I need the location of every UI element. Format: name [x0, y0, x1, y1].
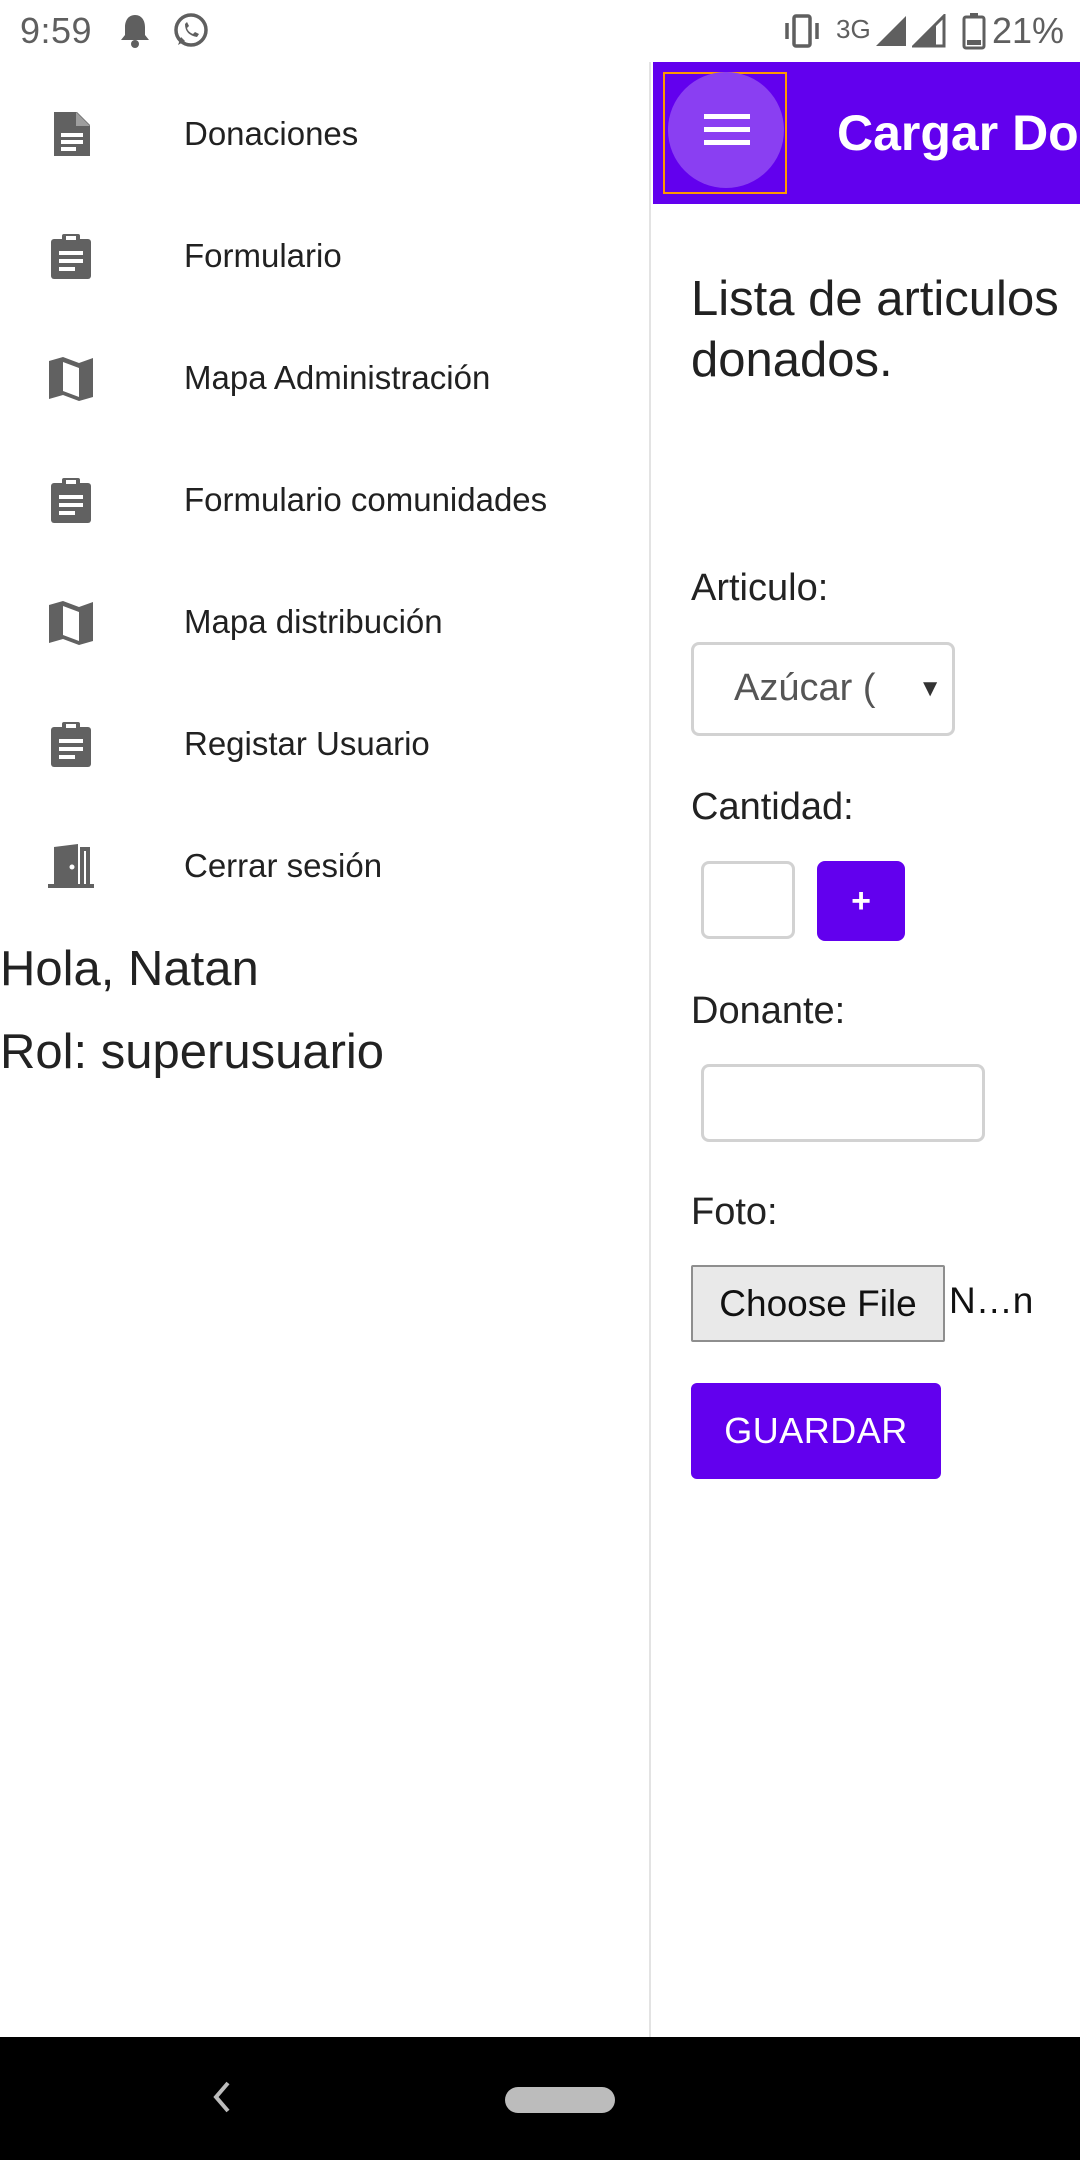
- vibrate-icon: [782, 14, 822, 53]
- choose-file-button[interactable]: Choose File: [691, 1265, 945, 1342]
- menu-item-formulario-comunidades[interactable]: Formulario comunidades: [0, 439, 651, 561]
- menu-item-label: Mapa distribución: [184, 603, 443, 640]
- map-icon: [46, 353, 96, 403]
- menu-item-label: Registar Usuario: [184, 725, 430, 762]
- signal-icon: [874, 14, 908, 53]
- back-icon[interactable]: [210, 2077, 234, 2122]
- status-time: 9:59: [20, 10, 93, 51]
- system-navigation-bar: [0, 2037, 1080, 2160]
- form-heading: Lista de articulos donados.: [691, 272, 1059, 387]
- hamburger-menu-icon: [704, 114, 750, 145]
- menu-item-formulario[interactable]: Formulario: [0, 195, 651, 317]
- menu-toggle-button[interactable]: [668, 72, 784, 188]
- menu-item-registar-usuario[interactable]: Registar Usuario: [0, 683, 651, 805]
- dropdown-caret-icon: ▼: [918, 675, 942, 702]
- articulo-label: Articulo:: [691, 567, 829, 609]
- cantidad-input[interactable]: [701, 861, 795, 939]
- document-icon: [46, 109, 96, 159]
- articulo-select[interactable]: Azúcar ( ▼: [691, 642, 955, 736]
- cantidad-label: Cantidad:: [691, 786, 854, 828]
- menu-item-label: Formulario: [184, 237, 342, 274]
- menu-item-cerrar-sesion[interactable]: Cerrar sesión: [0, 805, 651, 927]
- user-greeting: Hola, Natan: [0, 942, 259, 996]
- app-bar: Cargar Donaciones: [653, 62, 1080, 204]
- whatsapp-icon: [172, 12, 210, 55]
- menu-item-mapa-administracion[interactable]: Mapa Administración: [0, 317, 651, 439]
- donante-label: Donante:: [691, 990, 846, 1032]
- clipboard-icon: [46, 231, 96, 281]
- user-role: Rol: superusuario: [0, 1025, 385, 1079]
- menu-item-label: Mapa Administración: [184, 359, 491, 396]
- menu-item-donaciones[interactable]: Donaciones: [0, 73, 651, 195]
- clipboard-icon: [46, 719, 96, 769]
- menu-item-label: Donaciones: [184, 115, 359, 152]
- battery-icon: [962, 12, 986, 55]
- articulo-selected-value: Azúcar (: [734, 667, 876, 709]
- navigation-drawer: Donaciones Formulario Mapa Administració…: [0, 62, 651, 2037]
- home-pill-button[interactable]: [505, 2087, 615, 2113]
- battery-level: 21%: [992, 10, 1065, 51]
- menu-item-mapa-distribucion[interactable]: Mapa distribución: [0, 561, 651, 683]
- save-button[interactable]: GUARDAR: [691, 1383, 941, 1479]
- signal-icon: [910, 12, 946, 53]
- map-icon: [46, 597, 96, 647]
- page-title: Cargar Donaciones: [837, 105, 1080, 161]
- menu-item-label: Formulario comunidades: [184, 481, 548, 518]
- network-type: 3G: [836, 14, 871, 44]
- main-content: Cargar Donaciones Lista de articulos don…: [653, 62, 1080, 2037]
- notification-bell-icon: [118, 12, 152, 53]
- clipboard-icon: [46, 475, 96, 525]
- file-name-text: N…n: [949, 1280, 1034, 1321]
- foto-label: Foto:: [691, 1191, 778, 1233]
- add-item-button[interactable]: +: [817, 861, 905, 941]
- donante-input[interactable]: [701, 1064, 985, 1142]
- status-bar: 9:59 3G 21%: [0, 0, 1080, 62]
- door-exit-icon: [46, 841, 96, 891]
- menu-item-label: Cerrar sesión: [184, 847, 383, 884]
